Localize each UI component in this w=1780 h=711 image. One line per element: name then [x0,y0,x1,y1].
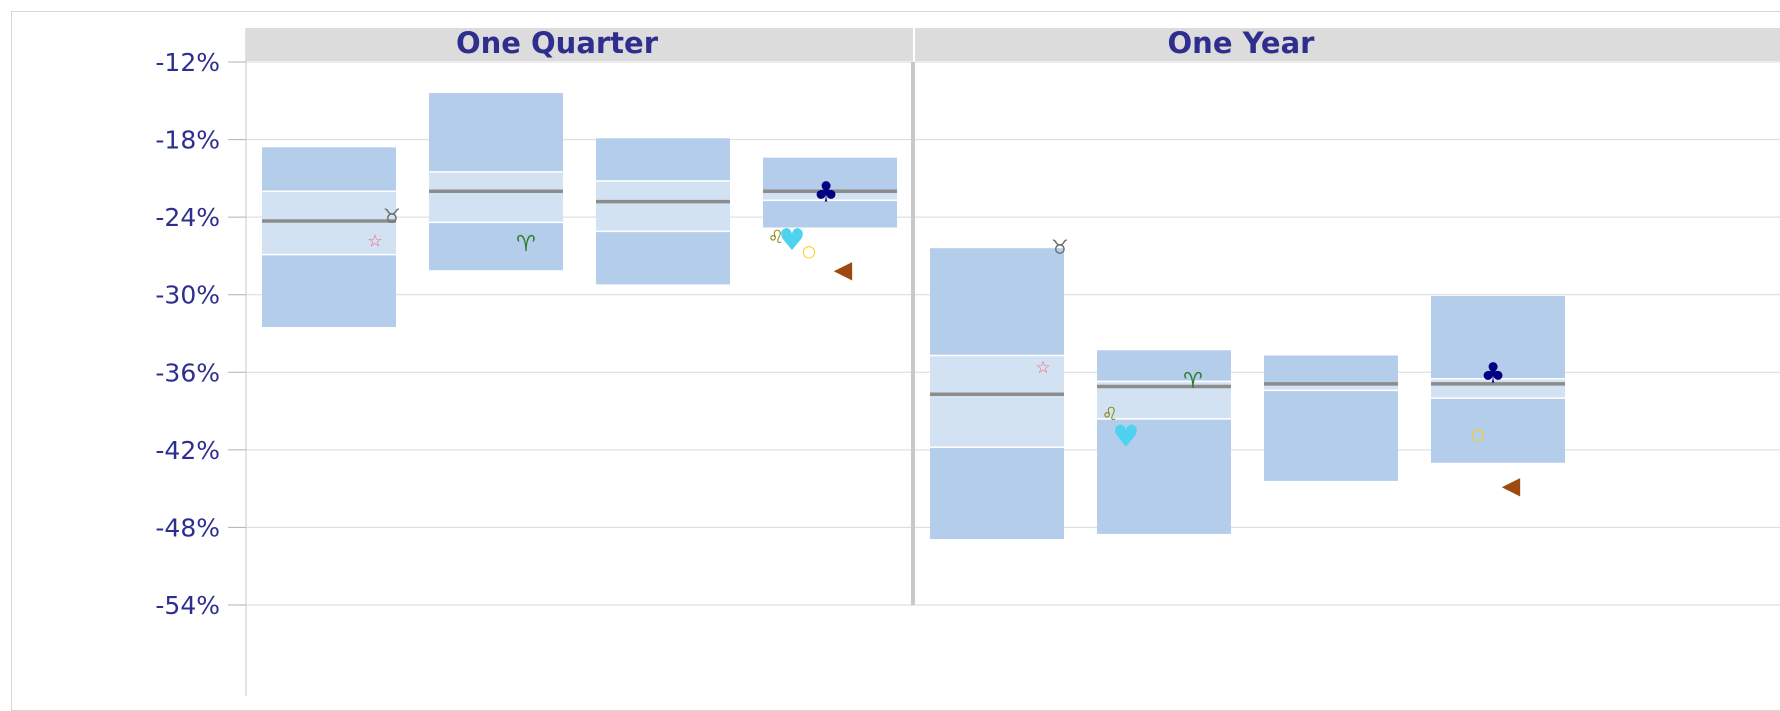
box-group [429,93,563,271]
panel-headers: One Quarter One Year [246,26,1780,61]
box-outer-range [1264,355,1398,481]
y-tick-label: -18% [155,126,220,155]
data-marker: ◀ [1502,471,1521,499]
box-inner-range [596,180,730,232]
box-group [930,248,1064,540]
y-tick-label: -24% [155,203,220,232]
box-group [596,138,730,285]
data-marker: ♉ [383,204,401,228]
box-plot-chart: One Quarter One Year -12% -18% -24% -30%… [155,26,1780,696]
data-marker: ○ [802,242,816,261]
data-marker: ♥ [1113,419,1140,454]
box-group [1264,355,1398,481]
y-tick-label: -30% [155,281,220,310]
panel-title-one-quarter: One Quarter [456,26,659,60]
y-tick-label: -48% [155,513,220,542]
data-marker: ◀ [834,255,853,283]
y-axis-tick-labels: -12% -18% -24% -30% -36% -42% -48% -54% [155,48,220,620]
data-marker: ♣ [813,175,838,208]
data-marker: ○ [1471,425,1485,444]
data-marker: ♈ [1183,369,1203,394]
data-marker: ♈ [516,232,536,257]
data-marker: ♣ [1480,356,1505,389]
y-tick-label: -42% [155,436,220,465]
y-tick-label: -36% [155,358,220,387]
y-tick-label: -12% [155,48,220,77]
panel-title-one-year: One Year [1168,26,1316,60]
box-inner-range [429,171,563,223]
data-marker: ♉ [1051,235,1069,259]
data-marker: ☆ [367,232,382,252]
y-tick-label: -54% [155,591,220,620]
data-marker: ☆ [1035,358,1050,378]
